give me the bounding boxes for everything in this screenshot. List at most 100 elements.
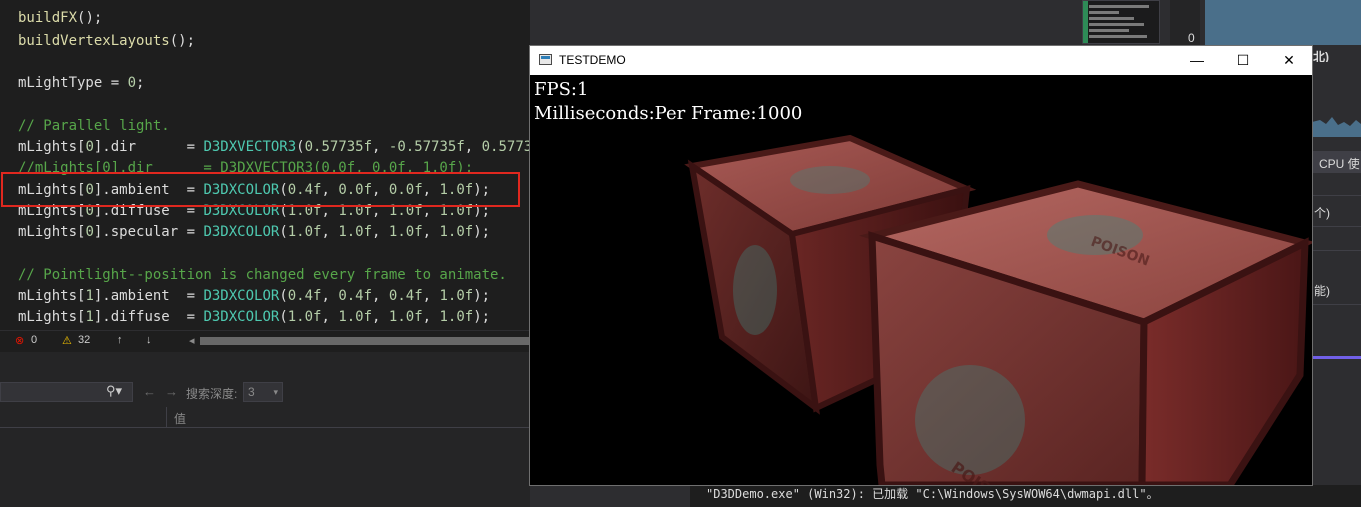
testdemo-window[interactable]: TESTDEMO — ☐ ✕ POISON FPS:1 Milliseconds… — [529, 45, 1313, 486]
code-line[interactable]: mLights[1].ambient = D3DXCOLOR(0.4f, 0.4… — [18, 286, 490, 307]
scene-svg: POISON POISON — [684, 134, 1312, 485]
code-token: 0 — [127, 75, 137, 91]
code-token: ].dir = — [93, 139, 204, 155]
code-token: (); — [169, 33, 196, 49]
highlight-annotation — [1, 172, 520, 207]
code-token: , — [422, 288, 440, 304]
code-token: D3DXCOLOR — [203, 288, 280, 304]
code-token: 1.0f — [439, 288, 474, 304]
output-line: "D3DDemo.exe" (Win32): 已加载 "C:\Windows\S… — [706, 487, 1159, 501]
code-token: buildFX — [18, 10, 78, 26]
search-depth-label: 搜索深度: — [186, 387, 238, 401]
code-token: ( — [296, 139, 305, 155]
code-token: , — [372, 288, 389, 304]
minimap-line — [1089, 23, 1144, 26]
code-editor[interactable]: buildFX(); buildVertexLayouts(); mLightTyp… — [0, 0, 566, 330]
code-token: 1.0f — [388, 224, 423, 240]
code-token: // Parallel light. — [18, 118, 170, 134]
code-token: 1.0f — [439, 309, 474, 325]
code-line[interactable]: mLightType = 0; — [18, 73, 144, 94]
search-icon[interactable]: ⚲▾ — [106, 383, 122, 399]
minimize-button[interactable]: — — [1174, 46, 1220, 75]
warning-count[interactable]: 32 — [78, 334, 90, 346]
code-token: 1.0f — [439, 224, 474, 240]
code-token: ( — [279, 309, 288, 325]
minimap-line — [1089, 5, 1149, 8]
code-line[interactable]: mLights[0].dir = D3DXVECTOR3(0.57735f, -… — [18, 137, 566, 158]
watch-column-header — [0, 407, 530, 428]
code-token: 0.4f — [338, 288, 373, 304]
code-minimap[interactable] — [1082, 0, 1160, 44]
fps-readout: FPS:1 — [534, 79, 589, 100]
code-token: ; — [136, 75, 145, 91]
code-token: D3DXCOLOR — [203, 224, 280, 240]
cpu-graph-svg — [1312, 117, 1361, 137]
code-token: 1 — [85, 309, 94, 325]
editor-status-bar: ⊗ 0 ⚠ 32 ↑ ↓ ◂ — [0, 330, 530, 351]
code-token: ].specular = — [93, 224, 204, 240]
code-token: , — [422, 224, 440, 240]
window-title: TESTDEMO — [559, 53, 626, 67]
performance-graph — [1203, 0, 1361, 45]
code-token: ].diffuse = — [93, 309, 204, 325]
close-button[interactable]: ✕ — [1266, 46, 1312, 75]
code-token: 0.4f — [388, 288, 423, 304]
scroll-left-icon[interactable]: ◂ — [189, 334, 195, 347]
code-token: -0.57735f — [388, 139, 465, 155]
crate-front: POISON POISON — [859, 180, 1312, 485]
code-token: , — [321, 309, 339, 325]
code-token: , — [464, 139, 482, 155]
code-line[interactable]: buildFX(); — [18, 8, 102, 29]
divider — [1312, 195, 1361, 196]
code-token: 1 — [85, 288, 94, 304]
render-viewport[interactable]: POISON POISON FPS:1 Milliseconds:Per Fra… — [530, 75, 1312, 485]
code-token: 1.0f — [338, 309, 373, 325]
divider — [1312, 304, 1361, 305]
code-token: mLightType = — [18, 75, 128, 91]
code-token: 0 — [85, 139, 94, 155]
code-token: ( — [279, 288, 288, 304]
diag-row-fragment: 能) — [1314, 284, 1330, 298]
code-token: ); — [473, 309, 491, 325]
code-line[interactable]: mLights[0].specular = D3DXCOLOR(1.0f, 1.… — [18, 222, 490, 243]
app-icon — [539, 54, 552, 65]
diag-row-fragment: 个) — [1314, 206, 1330, 220]
forward-arrow-icon[interactable]: → — [165, 384, 178, 399]
divider — [1312, 250, 1361, 251]
code-line[interactable]: buildVertexLayouts(); — [18, 31, 195, 52]
arrow-up-icon[interactable]: ↑ — [117, 334, 123, 346]
error-icon[interactable]: ⊗ — [15, 334, 24, 347]
minimap-line — [1089, 17, 1134, 20]
arrow-down-icon[interactable]: ↓ — [146, 334, 152, 346]
minimap-line — [1089, 11, 1119, 14]
code-token: mLights[ — [18, 309, 86, 325]
code-line[interactable]: mLights[1].diffuse = D3DXCOLOR(1.0f, 1.0… — [18, 307, 490, 328]
code-token: // Pointlight--position is changed every… — [18, 267, 507, 283]
window-titlebar[interactable]: TESTDEMO — ☐ ✕ — [530, 46, 1312, 75]
divider — [1312, 226, 1361, 227]
back-arrow-icon[interactable]: ← — [143, 384, 156, 399]
perf-axis-zero: 0 — [1188, 31, 1195, 45]
code-token: ); — [473, 288, 491, 304]
code-token: 1.0f — [287, 224, 322, 240]
maximize-button[interactable]: ☐ — [1220, 46, 1266, 75]
minimap-line — [1089, 29, 1129, 32]
code-token: ].ambient = — [93, 288, 204, 304]
search-depth-select[interactable]: 3 ▾ — [243, 382, 283, 402]
code-line[interactable]: // Pointlight--position is changed every… — [18, 265, 507, 286]
chevron-down-icon: ▾ — [273, 387, 278, 397]
warning-icon[interactable]: ⚠ — [62, 334, 72, 347]
code-line[interactable]: // Parallel light. — [18, 116, 170, 137]
search-depth-value: 3 — [248, 385, 255, 399]
column-divider[interactable] — [166, 407, 167, 427]
code-token: ); — [473, 224, 491, 240]
horizontal-scrollbar[interactable] — [200, 337, 530, 345]
panel-splitter[interactable] — [666, 485, 690, 507]
timeline-indicator — [1312, 356, 1361, 359]
value-column-header[interactable]: 值 — [174, 410, 186, 427]
error-count[interactable]: 0 — [31, 334, 37, 346]
code-token: ( — [279, 224, 288, 240]
code-token: , — [422, 309, 440, 325]
tab-cpu-usage[interactable]: CPU 使 — [1312, 151, 1361, 173]
code-token: mLights[ — [18, 288, 86, 304]
